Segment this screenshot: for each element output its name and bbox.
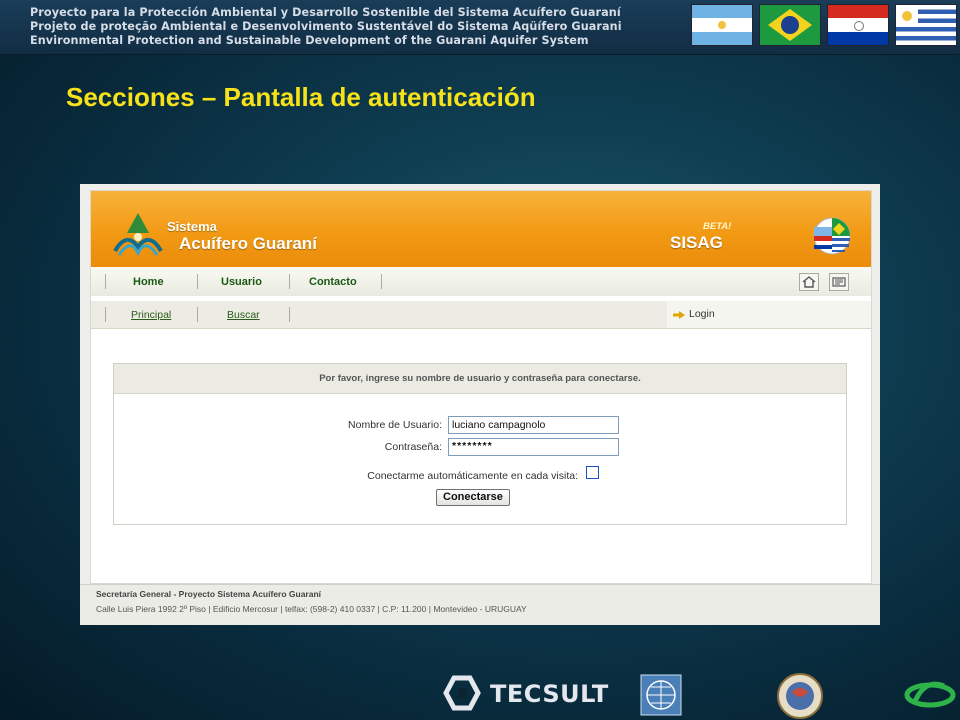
connect-button[interactable]: Conectarse xyxy=(436,489,510,506)
login-link[interactable]: Login xyxy=(667,301,871,328)
oas-emblem-icon xyxy=(777,673,823,719)
login-form: Por favor, ingrese su nombre de usuario … xyxy=(113,363,847,525)
screenshot-panel: Sistema Acuífero Guaraní BETA! SISAG Hom… xyxy=(80,184,880,625)
project-title-pt: Projeto de proteção Ambiental e Desenvol… xyxy=(30,20,622,33)
sponsor-logos: TECSULT xyxy=(408,666,960,720)
argentina-flag-icon xyxy=(692,5,752,45)
nav-home[interactable]: Home xyxy=(133,276,164,288)
un-emblem-icon xyxy=(640,674,682,716)
autologin-label: Conectarme automáticamente en cada visit… xyxy=(367,470,578,482)
home-icon[interactable] xyxy=(799,273,819,291)
member-flags-icon xyxy=(813,217,851,255)
nav-usuario[interactable]: Usuario xyxy=(221,276,262,288)
arrow-right-icon xyxy=(673,311,685,319)
project-title-es: Proyecto para la Protección Ambiental y … xyxy=(30,6,621,19)
site-footer: Secretaría General - Proyecto Sistema Ac… xyxy=(80,584,880,625)
project-title-lines: Proyecto para la Protección Ambiental y … xyxy=(30,6,622,48)
gef-logo-icon xyxy=(904,681,956,708)
username-label: Nombre de Usuario: xyxy=(348,419,442,431)
footer-org: Secretaría General - Proyecto Sistema Ac… xyxy=(96,589,322,599)
uruguay-flag-icon xyxy=(896,5,956,45)
tecsult-logo-text: TECSULT xyxy=(490,680,609,708)
sub-nav: Principal Buscar Login xyxy=(91,301,871,329)
beta-badge: BETA! xyxy=(703,221,732,232)
logo-text-big: Acuífero Guaraní xyxy=(179,234,317,253)
login-instructions: Por favor, ingrese su nombre de usuario … xyxy=(114,364,846,394)
logo-text-small: Sistema xyxy=(167,219,217,234)
site-header: Sistema Acuífero Guaraní BETA! SISAG xyxy=(91,191,871,267)
project-title-en: Environmental Protection and Sustainable… xyxy=(30,34,589,47)
login-link-label: Login xyxy=(689,308,715,320)
country-flags xyxy=(692,5,956,45)
subnav-buscar[interactable]: Buscar xyxy=(227,309,260,321)
sisag-site: Sistema Acuífero Guaraní BETA! SISAG Hom… xyxy=(90,190,872,584)
password-label: Contraseña: xyxy=(384,441,442,453)
aquifer-logo-icon xyxy=(113,213,163,257)
nav-contacto[interactable]: Contacto xyxy=(309,276,357,288)
subnav-principal[interactable]: Principal xyxy=(131,309,171,321)
password-input[interactable]: ******** xyxy=(448,438,619,456)
tecsult-logo-icon xyxy=(443,675,481,711)
mail-icon[interactable] xyxy=(829,273,849,291)
brand-name: SISAG xyxy=(670,233,723,252)
footer-address: Calle Luis Piera 1992 2º Piso | Edificio… xyxy=(96,604,527,614)
autologin-checkbox[interactable] xyxy=(586,466,599,479)
top-banner: Proyecto para la Protección Ambiental y … xyxy=(0,0,960,55)
slide-title: Secciones – Pantalla de autenticación xyxy=(66,82,536,112)
paraguay-flag-icon xyxy=(828,5,888,45)
main-nav: Home Usuario Contacto xyxy=(91,267,871,297)
brazil-flag-icon xyxy=(760,5,820,45)
username-input[interactable] xyxy=(448,416,619,434)
